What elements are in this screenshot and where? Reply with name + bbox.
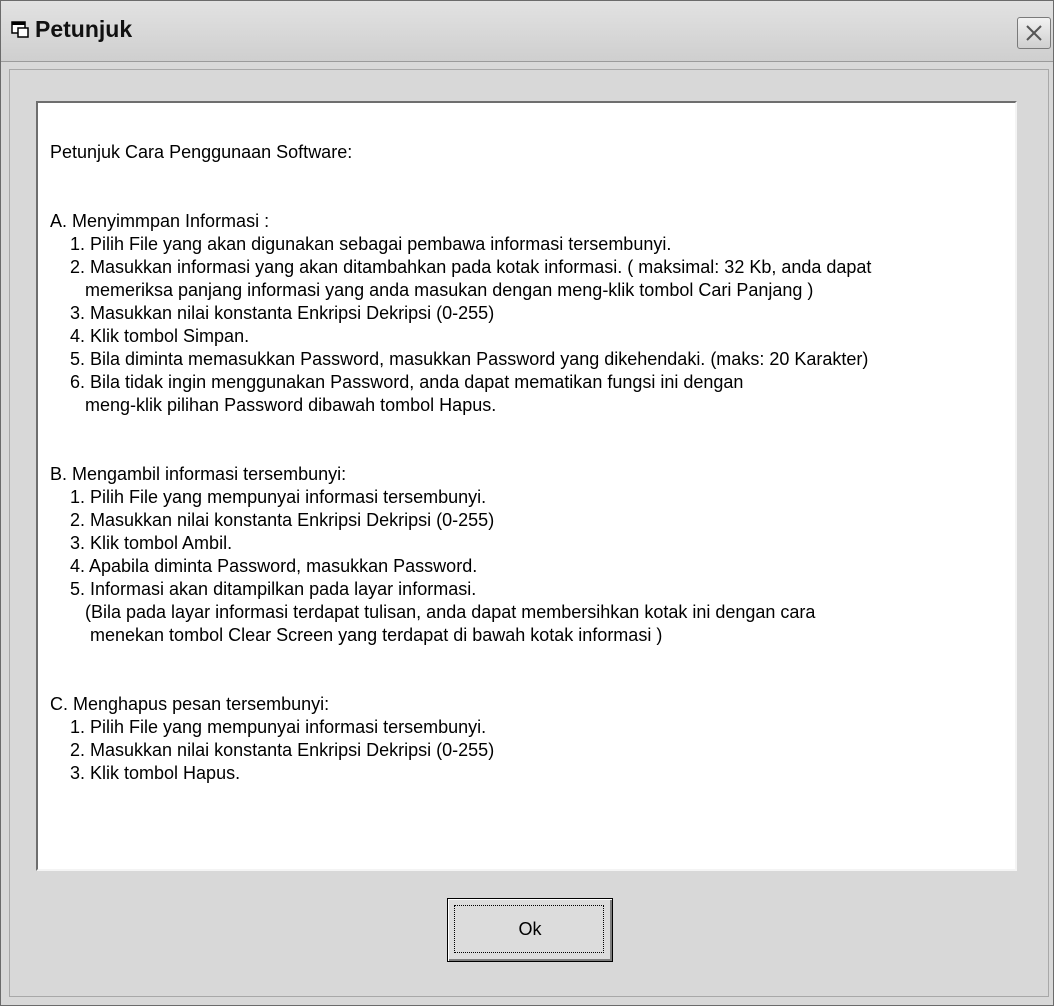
- close-button[interactable]: [1017, 17, 1051, 49]
- ok-button-label: Ok: [518, 919, 542, 939]
- close-icon: [1026, 25, 1042, 41]
- window-title: Petunjuk: [35, 16, 133, 42]
- instructions-text: Petunjuk Cara Penggunaan Software: A. Me…: [50, 142, 872, 783]
- title-bar[interactable]: Petunjuk: [1, 1, 1053, 62]
- instructions-textbox[interactable]: Petunjuk Cara Penggunaan Software: A. Me…: [36, 101, 1017, 871]
- ok-button[interactable]: Ok: [447, 898, 613, 962]
- window-icon: [11, 20, 29, 38]
- petunjuk-window: Petunjuk Petunjuk Cara Penggunaan Softwa…: [0, 0, 1054, 1006]
